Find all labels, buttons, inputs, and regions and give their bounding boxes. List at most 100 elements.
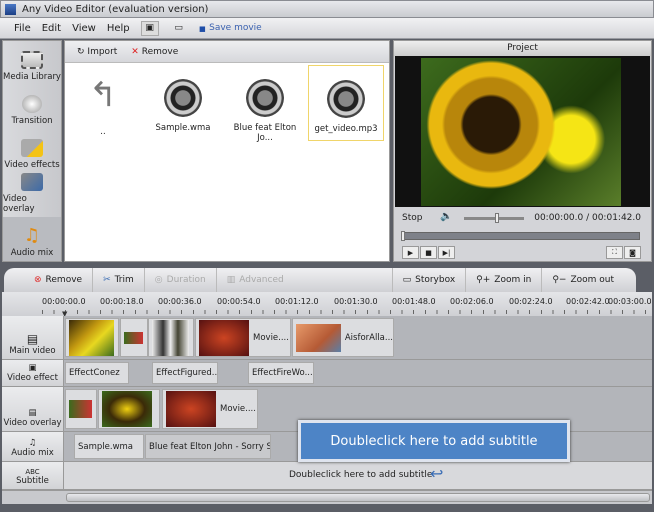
track-subtitle[interactable]: ABC Subtitle Doubleclick here to add subt… (2, 462, 652, 490)
remove-x-icon: ✕ (131, 46, 139, 57)
track-label-main-video: ▤ Main video (2, 316, 64, 359)
save-movie-button[interactable]: ▪ Save movie (199, 22, 262, 35)
snapshot-camera-button[interactable]: ◙ (624, 246, 641, 259)
time-readout: 00:00:00.0 / 00:01:42.0 (534, 213, 641, 223)
monitor-view-button[interactable]: ▣ (140, 20, 159, 36)
ruler-tick: 00:01:48.0 (392, 297, 436, 306)
timeline-clip[interactable] (148, 318, 194, 357)
ruler-tick: 00:02:24.0 (509, 297, 553, 306)
clip-thumbnail (69, 319, 114, 356)
seek-knob[interactable] (401, 231, 405, 241)
play-button[interactable]: ▶ (402, 246, 419, 259)
film-strip-icon: ▤ (26, 332, 39, 346)
fullscreen-button[interactable]: ⛶ (606, 246, 623, 259)
timeline-remove-button[interactable]: ⊗ Remove (4, 268, 94, 292)
timeline-clip[interactable]: Movie.... (195, 318, 291, 357)
title-bar: Any Video Editor (evaluation version) (0, 0, 654, 18)
file-item[interactable]: Sample.wma (145, 71, 221, 141)
zoom-out-icon: ⚲− (552, 275, 567, 285)
sidebar-item-transition[interactable]: Transition (3, 85, 61, 129)
sidebar-item-video-overlay[interactable]: Video overlay (3, 173, 61, 217)
import-button[interactable]: ↻ Import (77, 47, 117, 57)
next-frame-button[interactable]: ▶| (438, 246, 455, 259)
music-note-icon: ♫ (23, 225, 41, 246)
overlay-icon: ▤ (28, 408, 37, 418)
storybox-button[interactable]: ▭ Storybox (391, 268, 467, 292)
effects-star-icon (21, 139, 43, 157)
timeline-toolbar: ⊗ Remove ✂ Trim ◎ Duration ▥ Advanced ▭ Story… (4, 268, 636, 292)
seek-bar[interactable] (401, 231, 640, 241)
timeline-scrollbar[interactable] (2, 490, 652, 504)
preview-button[interactable]: ▭ (170, 21, 188, 36)
timeline-clip[interactable] (120, 318, 148, 357)
ruler-tick: 00:02:42.0 (566, 297, 610, 306)
ruler-scale (42, 310, 652, 314)
speaker-file-icon (164, 79, 202, 117)
track-label-audio-mix: ♫ Audio mix (2, 432, 64, 461)
overlay-clip[interactable] (98, 389, 160, 429)
timeline-ruler[interactable]: 00:00:00.0 00:00:18.0 00:00:36.0 00:00:5… (2, 292, 652, 318)
film-icon (21, 51, 43, 69)
ruler-tick: 00:03:00.0 (608, 297, 652, 306)
track-label-video-effect: ▣ Video effect (2, 360, 64, 386)
menu-file[interactable]: File (14, 23, 31, 34)
media-toolbar: ↻ Import ✕ Remove (65, 41, 389, 63)
ruler-tick: 00:00:54.0 (217, 297, 261, 306)
effect-clip[interactable]: EffectConez (65, 362, 129, 384)
audio-clip[interactable]: Sample.wma (74, 434, 144, 459)
video-preview (395, 56, 650, 207)
sidebar-item-video-effects[interactable]: Video effects (3, 129, 61, 173)
ruler-tick: 00:00:00.0 (42, 297, 86, 306)
ruler-tick: 00:01:30.0 (334, 297, 378, 306)
import-icon: ↻ (77, 46, 85, 57)
stop-button[interactable]: ■ (420, 246, 437, 259)
file-item-parent[interactable]: ↰.. (65, 71, 141, 141)
zoom-out-button[interactable]: ⚲− Zoom out (542, 268, 636, 292)
menu-help[interactable]: Help (107, 23, 130, 34)
advanced-button[interactable]: ▥ Advanced (217, 268, 392, 292)
subtitle-tooltip: Doubleclick here to add subtitle (298, 420, 570, 462)
clip-thumbnail (199, 319, 249, 356)
audio-clip[interactable]: Blue feat Elton John - Sorry S... (145, 434, 271, 459)
player-controls: Stop 🔈 00:00:00.0 / 00:01:42.0 ▶ ■ ▶| ⛶ ◙ (394, 208, 651, 261)
storybox-icon: ▭ (402, 275, 412, 285)
subtitle-hint: Doubleclick here to add subtitle (289, 470, 433, 480)
ruler-tick: 00:01:12.0 (275, 297, 319, 306)
advanced-icon: ▥ (226, 275, 236, 285)
menu-view[interactable]: View (72, 23, 96, 34)
zoom-in-button[interactable]: ⚲+ Zoom in (466, 268, 543, 292)
effect-clip[interactable]: EffectFireWo... (248, 362, 314, 384)
timeline-clip[interactable] (65, 318, 119, 357)
remove-button[interactable]: ✕ Remove (131, 47, 178, 57)
timeline-clip[interactable]: AisforAlla... (292, 318, 394, 357)
duration-button[interactable]: ◎ Duration (145, 268, 217, 292)
player-status: Stop (402, 213, 423, 223)
file-item[interactable]: Blue feat Elton Jo... (225, 71, 305, 143)
volume-icon[interactable]: 🔈 (440, 211, 452, 222)
sidebar: Media Library Transition Video effects V… (2, 40, 62, 262)
sidebar-item-audio-mix[interactable]: ♫ Audio mix (3, 217, 61, 261)
app-icon (5, 3, 16, 15)
effect-icon: ▣ (28, 363, 37, 373)
ruler-tick: 00:00:36.0 (158, 297, 202, 306)
trim-button[interactable]: ✂ Trim (93, 268, 145, 292)
overlay-clip[interactable]: Movie.... (162, 389, 258, 429)
volume-knob[interactable] (494, 213, 499, 223)
clip-thumbnail (124, 331, 143, 344)
speaker-file-icon (327, 80, 365, 118)
sidebar-item-media-library[interactable]: Media Library (3, 41, 61, 85)
clip-thumbnail (296, 323, 341, 352)
preview-frame (421, 58, 621, 206)
overlay-icon (21, 173, 43, 191)
overlay-clip[interactable] (65, 389, 97, 429)
effect-clip[interactable]: EffectFigured... (152, 362, 218, 384)
menu-edit[interactable]: Edit (42, 23, 61, 34)
menu-bar: File Edit View Help ▣ ▭ ▪ Save movie (0, 18, 654, 39)
curved-arrow-icon: ↩ (430, 464, 444, 483)
file-item-selected[interactable]: get_video.mp3 (308, 65, 384, 141)
scrollbar-thumb[interactable] (66, 493, 650, 502)
ruler-tick: 00:00:18.0 (100, 297, 144, 306)
clip-thumbnail (102, 391, 152, 427)
volume-slider[interactable] (464, 213, 524, 223)
track-video-effect: ▣ Video effect EffectConez EffectFigured.… (2, 360, 652, 387)
